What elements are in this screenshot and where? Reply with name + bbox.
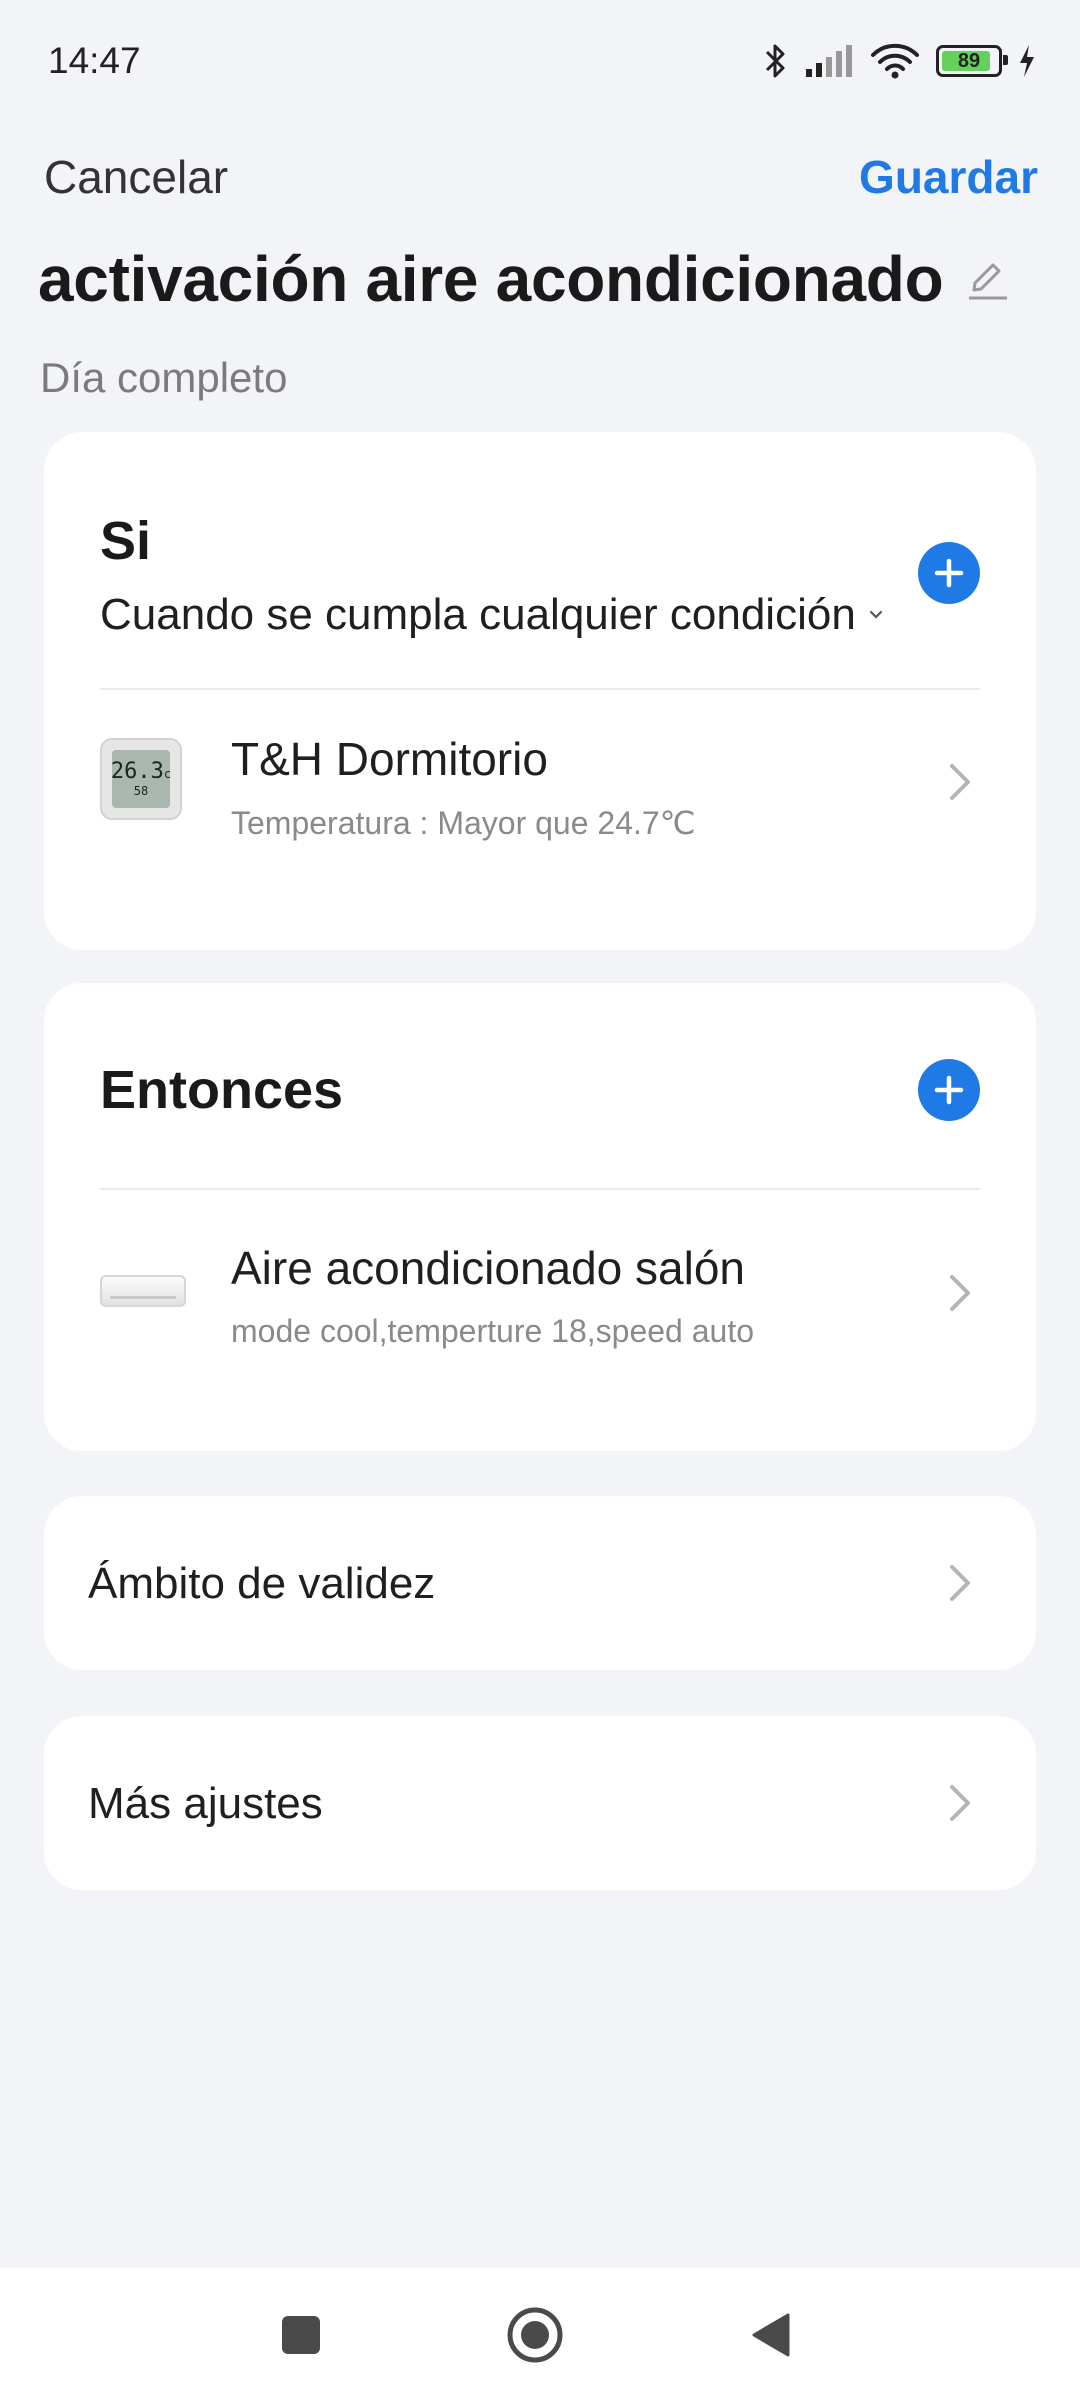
thermometer-device-icon: 26.3c 58 bbox=[100, 738, 182, 820]
condition-mode-dropdown[interactable]: Cuando se cumpla cualquier condición bbox=[100, 590, 884, 640]
condition-item[interactable]: 26.3c 58 T&H Dormitorio Temperatura : Ma… bbox=[44, 732, 1036, 882]
back-triangle-icon[interactable] bbox=[750, 2312, 792, 2358]
add-condition-button[interactable] bbox=[918, 542, 980, 604]
more-settings-row[interactable]: Más ajustes bbox=[44, 1716, 1036, 1890]
plus-icon bbox=[934, 558, 964, 588]
action-detail: mode cool,temperture 18,speed auto bbox=[231, 1313, 754, 1349]
status-time: 14:47 bbox=[48, 40, 141, 81]
battery-level: 89 bbox=[957, 49, 981, 72]
schedule-subtitle[interactable]: Día completo bbox=[40, 354, 287, 402]
if-section-title: Si bbox=[100, 511, 152, 571]
more-settings-label: Más ajustes bbox=[88, 1779, 323, 1828]
chevron-right-icon bbox=[950, 764, 970, 800]
wifi-icon bbox=[871, 43, 919, 79]
scope-label: Ámbito de validez bbox=[88, 1559, 436, 1608]
signal-icon bbox=[806, 45, 852, 77]
bluetooth-icon bbox=[765, 44, 785, 78]
action-device-name: Aire acondicionado salón bbox=[231, 1242, 746, 1294]
action-item[interactable]: Aire acondicionado salón mode cool,tempe… bbox=[44, 1241, 1036, 1391]
status-icons: 89 bbox=[764, 36, 1036, 86]
then-section-title: Entonces bbox=[100, 1060, 344, 1120]
cancel-button[interactable]: Cancelar bbox=[44, 150, 228, 204]
scope-row[interactable]: Ámbito de validez bbox=[44, 1496, 1036, 1670]
condition-mode-label: Cuando se cumpla cualquier condición bbox=[100, 590, 856, 639]
add-action-button[interactable] bbox=[918, 1059, 980, 1121]
condition-device-name: T&H Dormitorio bbox=[231, 733, 548, 785]
battery-icon: 89 bbox=[936, 45, 1008, 77]
save-button[interactable]: Guardar bbox=[859, 150, 1038, 204]
if-card: Si Cuando se cumpla cualquier condición … bbox=[44, 432, 1036, 950]
condition-detail: Temperatura : Mayor que 24.7℃ bbox=[231, 805, 696, 841]
system-nav-bar bbox=[0, 2268, 1080, 2400]
air-conditioner-icon bbox=[100, 1275, 186, 1307]
divider bbox=[100, 1188, 980, 1190]
chevron-right-icon bbox=[950, 1785, 970, 1821]
chevron-right-icon bbox=[950, 1565, 970, 1601]
charging-icon bbox=[1020, 45, 1034, 77]
divider bbox=[100, 688, 980, 690]
chevron-right-icon bbox=[950, 1275, 970, 1311]
title-row: activación aire acondicionado bbox=[38, 242, 1009, 316]
recents-square-icon[interactable] bbox=[280, 2314, 322, 2356]
then-card: Entonces Aire acondicionado salón mode c… bbox=[44, 983, 1036, 1451]
plus-icon bbox=[934, 1075, 964, 1105]
edit-pencil-icon[interactable] bbox=[965, 255, 1009, 303]
scene-title: activación aire acondicionado bbox=[38, 243, 944, 315]
chevron-down-icon bbox=[869, 610, 882, 619]
home-circle-icon[interactable] bbox=[506, 2306, 564, 2364]
